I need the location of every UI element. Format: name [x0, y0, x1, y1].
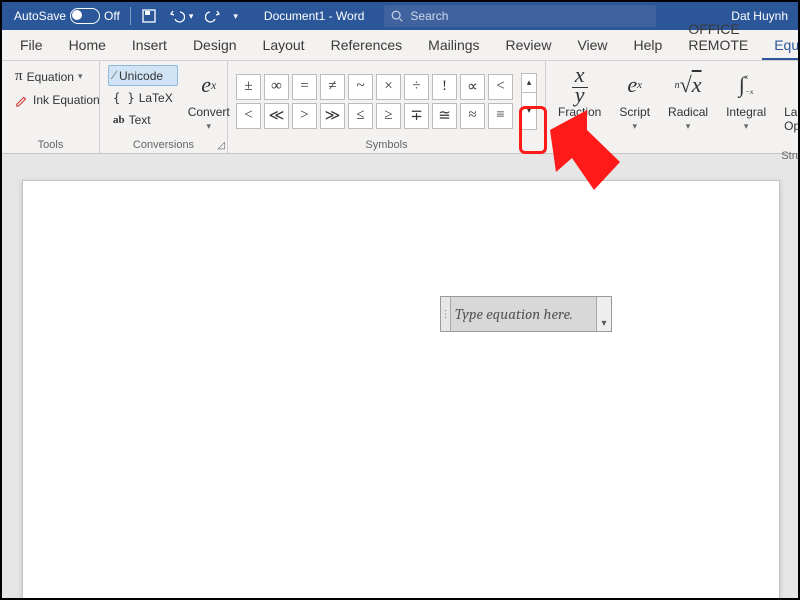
group-conversions-label: Conversions [108, 137, 219, 151]
symbol-button[interactable]: < [236, 103, 261, 129]
ink-equation-button[interactable]: Ink Equation [10, 90, 105, 110]
convert-button[interactable]: ex Convert ▾ [184, 65, 234, 134]
tab-view[interactable]: View [565, 31, 619, 60]
symbol-button[interactable]: ≈ [460, 103, 485, 129]
text-button[interactable]: ab Text [108, 110, 178, 130]
autosave-toggle-icon[interactable] [70, 8, 100, 24]
qat-save-button[interactable] [135, 8, 163, 24]
qat-undo-button[interactable]: ▾ [163, 8, 200, 24]
symbol-button[interactable]: ∞ [264, 74, 289, 100]
symbol-button[interactable]: ≡ [488, 103, 513, 129]
symbol-gallery-expand[interactable]: ▾ [521, 93, 537, 130]
symbol-gallery-scroll: ▴ ▾ [521, 73, 537, 130]
symbol-button[interactable]: × [376, 74, 401, 100]
integral-label: Integral [726, 105, 766, 119]
symbol-scroll-up[interactable]: ▴ [521, 73, 537, 93]
radical-icon: n√x [675, 67, 702, 103]
equation-placeholder[interactable]: Type equation here. [451, 305, 596, 323]
save-icon [141, 8, 157, 24]
ribbon: π Equation ▾ Ink Equation Tools ∕ [2, 61, 798, 154]
search-icon [390, 9, 404, 23]
symbol-button[interactable]: ± [236, 74, 261, 100]
symbol-button[interactable]: ∝ [460, 74, 485, 100]
search-box[interactable]: Search [384, 5, 656, 27]
symbol-button[interactable]: < [488, 74, 513, 100]
ribbon-tabs: File Home Insert Design Layout Reference… [2, 30, 798, 61]
symbol-button[interactable]: ≠ [320, 74, 345, 100]
symbol-button[interactable]: ÷ [404, 74, 429, 100]
latex-button[interactable]: { } LaTeX [108, 88, 178, 108]
group-structures: xyFraction▾exScript▾n√xRadical▾∫x−xInteg… [546, 61, 800, 153]
tab-equation[interactable]: Equation [762, 31, 800, 60]
radical-button[interactable]: n√xRadical▾ [664, 65, 712, 134]
group-symbols: ±∞=≠~×÷!∝<<≪>≫≤≥∓≅≈≡ ▴ ▾ Symbols [228, 61, 546, 153]
unicode-button[interactable]: ∕ Unicode [108, 65, 178, 86]
convert-icon: ex [201, 67, 216, 103]
symbol-button[interactable]: = [292, 74, 317, 100]
integral-icon: ∫x−x [739, 67, 753, 103]
large-operator-button[interactable]: nΣi=0Large Operator▾ [780, 65, 800, 148]
qat-customize-button[interactable]: ▾ [227, 11, 244, 22]
search-placeholder: Search [410, 9, 448, 23]
document-area [2, 170, 798, 598]
latex-label: LaTeX [139, 91, 173, 105]
symbol-button[interactable]: ≪ [264, 103, 289, 129]
group-symbols-label: Symbols [236, 137, 537, 151]
radical-label: Radical [668, 105, 708, 119]
group-conversions: ∕ Unicode { } LaTeX ab Text ex Convert [100, 61, 228, 153]
group-structures-label: Structures [554, 148, 800, 162]
tab-insert[interactable]: Insert [120, 31, 179, 60]
symbol-button[interactable]: ∓ [404, 103, 429, 129]
undo-icon [169, 8, 185, 24]
script-label: Script [619, 105, 650, 119]
autosave-state: Off [104, 9, 120, 23]
unicode-label: Unicode [119, 69, 163, 83]
group-tools: π Equation ▾ Ink Equation Tools [2, 61, 100, 153]
pi-icon: π [15, 68, 23, 85]
convert-label: Convert [188, 105, 230, 119]
page[interactable] [22, 180, 780, 598]
ink-icon [15, 93, 29, 107]
fraction-icon: xy [572, 67, 588, 103]
symbol-button[interactable]: ~ [348, 74, 373, 100]
script-icon: ex [627, 67, 642, 103]
autosave-label: AutoSave [14, 9, 66, 23]
large-operator-label: Large Operator [784, 105, 800, 133]
fraction-button[interactable]: xyFraction▾ [554, 65, 605, 134]
document-title: Document1 - Word [264, 9, 364, 23]
tab-review[interactable]: Review [494, 31, 564, 60]
conversions-dialog-launcher[interactable]: ◿ [217, 140, 225, 151]
qat-redo-button[interactable] [199, 8, 227, 24]
symbol-button[interactable]: ≤ [348, 103, 373, 129]
symbol-button[interactable]: ! [432, 74, 457, 100]
autosave-control[interactable]: AutoSave Off [8, 8, 126, 24]
tab-design[interactable]: Design [181, 31, 249, 60]
symbol-button[interactable]: ≫ [320, 103, 345, 129]
equation-options-dropdown[interactable] [596, 297, 611, 331]
ink-equation-label: Ink Equation [33, 93, 100, 107]
script-button[interactable]: exScript▾ [615, 65, 654, 134]
tab-references[interactable]: References [319, 31, 415, 60]
tab-office-remote[interactable]: OFFICE REMOTE [676, 15, 760, 60]
equation-move-handle[interactable] [441, 297, 451, 331]
equation-box[interactable]: Type equation here. [440, 296, 612, 332]
equation-label: Equation [27, 70, 74, 84]
group-tools-label: Tools [10, 137, 91, 151]
integral-button[interactable]: ∫x−xIntegral▾ [722, 65, 770, 134]
redo-icon [205, 8, 221, 24]
tab-layout[interactable]: Layout [251, 31, 317, 60]
tab-file[interactable]: File [8, 31, 55, 60]
equation-button[interactable]: π Equation ▾ [10, 65, 105, 88]
tab-mailings[interactable]: Mailings [416, 31, 491, 60]
symbol-button[interactable]: ≥ [376, 103, 401, 129]
tab-home[interactable]: Home [57, 31, 118, 60]
text-label: Text [129, 113, 151, 127]
tab-help[interactable]: Help [622, 31, 675, 60]
fraction-label: Fraction [558, 105, 601, 119]
symbol-button[interactable]: > [292, 103, 317, 129]
symbol-gallery: ±∞=≠~×÷!∝<<≪>≫≤≥∓≅≈≡ [236, 74, 513, 129]
symbol-button[interactable]: ≅ [432, 103, 457, 129]
